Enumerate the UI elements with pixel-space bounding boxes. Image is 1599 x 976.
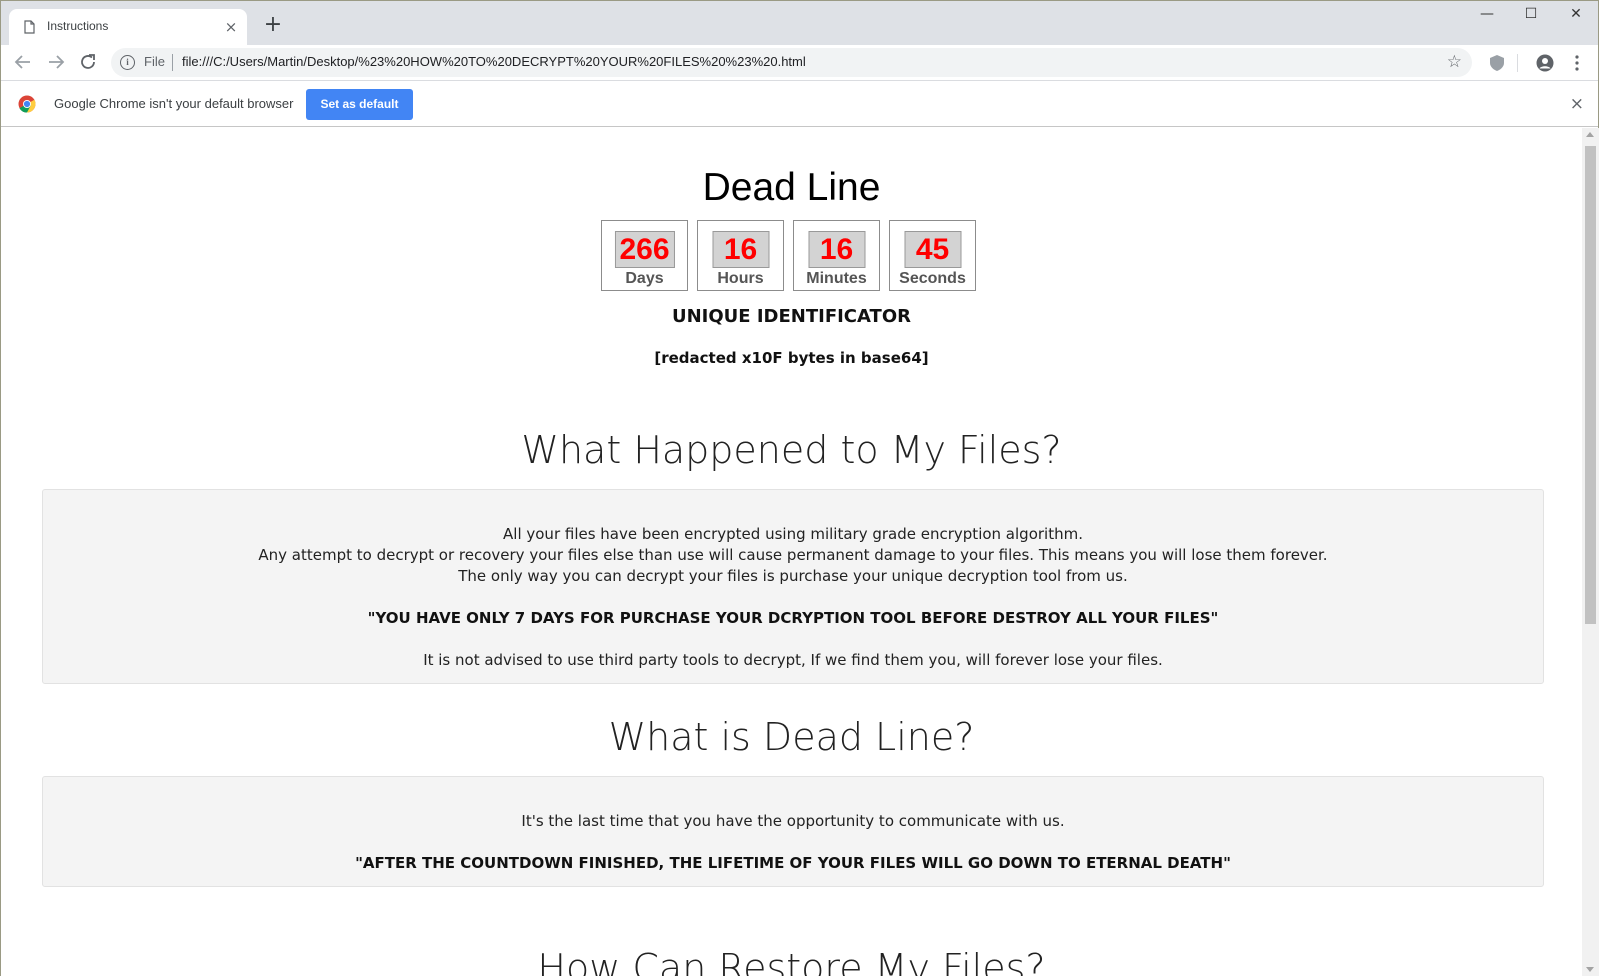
tab-close-icon[interactable]: × [223,19,239,35]
countdown-label: Seconds [899,270,966,287]
page-viewport[interactable]: Dead Line 266 Days 16 Hours 16 Minutes 4… [1,128,1582,976]
panel-text: It is not advised to use third party too… [423,651,1163,669]
toolbar-divider [1517,54,1518,72]
menu-kebab-icon[interactable] [1574,54,1580,72]
section-heading-what-happened: What Happened to My Files? [521,428,1062,472]
set-as-default-button[interactable]: Set as default [306,89,413,120]
panel-text: All your files have been encrypted using… [503,525,1083,543]
minimize-button[interactable]: — [1472,6,1502,28]
panel-text: Any attempt to decrypt or recovery your … [258,546,1328,564]
page-title: Dead Line [702,166,881,209]
countdown-label: Hours [717,270,764,287]
profile-avatar-icon[interactable] [1536,54,1554,72]
url-text[interactable]: file:///C:/Users/Martin/Desktop/%23%20HO… [182,54,806,69]
scroll-up-arrow-icon[interactable] [1586,132,1594,137]
forward-arrow-icon[interactable] [44,50,68,74]
close-window-button[interactable]: ✕ [1561,6,1591,28]
maximize-button[interactable]: ☐ [1516,6,1546,28]
back-arrow-icon[interactable] [11,50,35,74]
page-icon [24,20,35,34]
countdown-days: 266 Days [601,220,688,291]
infobar-close-icon[interactable]: × [1570,94,1584,114]
reload-icon[interactable] [76,50,100,74]
countdown-hours: 16 Hours [697,220,784,291]
section-heading-what-is-dead-line: What is Dead Line? [608,715,975,759]
unique-identificator-heading: UNIQUE IDENTIFICATOR [671,306,911,327]
shield-extension-icon[interactable] [1489,54,1505,72]
section-panel-what-happened: All your files have been encrypted using… [42,489,1544,684]
address-bar[interactable]: i File file:///C:/Users/Martin/Desktop/%… [111,48,1472,77]
unique-identificator-value: [redacted x10F bytes in base64] [654,349,929,367]
vertical-scrollbar[interactable] [1582,128,1599,976]
browser-window: Instructions × + — ☐ ✕ i File file:///C:… [0,0,1599,976]
panel-text: The only way you can decrypt your files … [458,567,1128,585]
countdown-value: 45 [904,231,961,268]
countdown-timer: 266 Days 16 Hours 16 Minutes 45 Seconds [601,220,976,291]
panel-text: It's the last time that you have the opp… [521,812,1065,830]
infobar-message: Google Chrome isn't your default browser [54,96,294,111]
browser-toolbar: i File file:///C:/Users/Martin/Desktop/%… [1,45,1598,80]
countdown-value: 16 [712,231,769,268]
countdown-value: 266 [614,231,675,268]
default-browser-infobar: Google Chrome isn't your default browser… [1,80,1598,127]
countdown-minutes: 16 Minutes [793,220,880,291]
tab-strip: Instructions × + — ☐ ✕ [1,1,1598,45]
bookmark-star-icon[interactable]: ☆ [1447,52,1462,72]
tab-title: Instructions [47,19,109,33]
countdown-label: Minutes [806,270,867,287]
countdown-seconds: 45 Seconds [889,220,976,291]
site-info-icon[interactable]: i [120,55,135,70]
scrollbar-thumb[interactable] [1585,146,1596,624]
section-heading-how-restore: How Can Restore My Files? [537,946,1046,976]
countdown-label: Days [625,270,664,287]
panel-warning: "AFTER THE COUNTDOWN FINISHED, THE LIFET… [355,854,1231,872]
chrome-logo-icon [18,95,36,113]
countdown-value: 16 [808,231,865,268]
scroll-down-arrow-icon[interactable] [1586,967,1594,972]
panel-warning: "YOU HAVE ONLY 7 DAYS FOR PURCHASE YOUR … [367,609,1219,627]
omnibox-separator [172,54,173,71]
new-tab-button[interactable]: + [263,14,283,36]
scheme-label: File [144,54,165,69]
section-panel-what-is-dead-line: It's the last time that you have the opp… [42,776,1544,887]
tab-instructions[interactable]: Instructions × [9,9,247,45]
